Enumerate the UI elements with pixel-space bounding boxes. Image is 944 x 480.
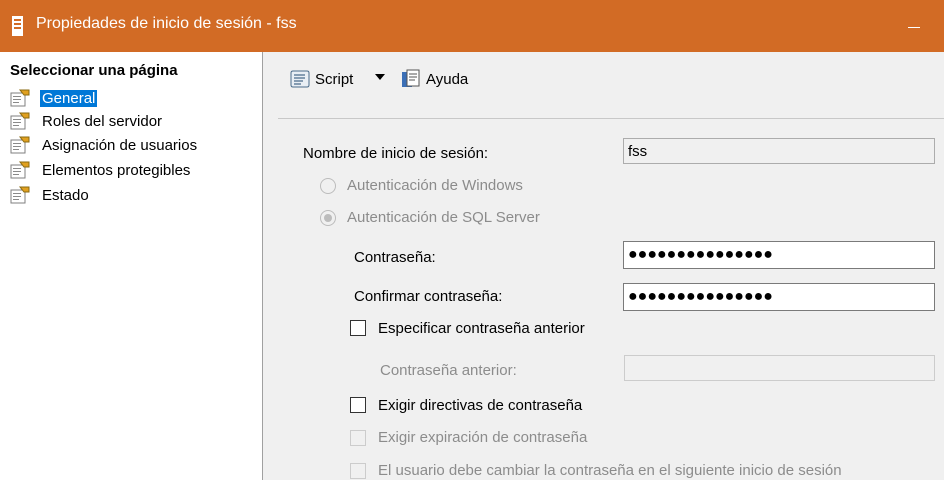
- password-label: Contraseña:: [354, 249, 436, 266]
- must-change-checkbox[interactable]: [350, 463, 366, 479]
- page-selector-pane: Seleccionar una página General Roles del…: [0, 52, 263, 480]
- enforce-expiration-checkbox[interactable]: [350, 430, 366, 446]
- window-title: Propiedades de inicio de sesión - fss: [36, 15, 297, 32]
- enforce-expiration-label: Exigir expiración de contraseña: [378, 429, 588, 446]
- password-value: ●●●●●●●●●●●●●●●: [628, 246, 773, 263]
- confirm-password-field[interactable]: ●●●●●●●●●●●●●●●: [623, 283, 935, 311]
- sql-auth-radio[interactable]: [320, 210, 336, 226]
- minimize-button[interactable]: [884, 0, 944, 52]
- help-label: Ayuda: [426, 71, 469, 88]
- page-settings-icon: [10, 186, 30, 204]
- content-pane: Script Ayuda Nombre de inicio de sesión:…: [263, 52, 944, 480]
- sidebar-item-label: Estado: [42, 187, 89, 204]
- app-icon: [12, 16, 23, 36]
- sidebar-item-estado[interactable]: Estado: [10, 185, 250, 206]
- must-change-label: El usuario debe cambiar la contraseña en…: [378, 462, 842, 479]
- password-field[interactable]: ●●●●●●●●●●●●●●●: [623, 241, 935, 269]
- login-name-label: Nombre de inicio de sesión:: [303, 145, 489, 162]
- script-button[interactable]: Script: [289, 69, 373, 91]
- windows-auth-radio[interactable]: [320, 178, 336, 194]
- page-settings-icon: [10, 161, 30, 179]
- minimize-icon: [908, 27, 920, 28]
- script-dropdown-icon[interactable]: [375, 74, 385, 80]
- login-name-field[interactable]: fss: [623, 138, 935, 164]
- login-name-value: fss: [628, 143, 648, 160]
- title-bar: Propiedades de inicio de sesión - fss: [0, 0, 944, 52]
- confirm-password-label: Confirmar contraseña:: [354, 288, 503, 305]
- sidebar-item-general[interactable]: General: [10, 88, 250, 109]
- sidebar-item-label: General: [40, 90, 98, 107]
- toolbar: Script Ayuda: [263, 52, 944, 104]
- page-settings-icon: [10, 136, 30, 154]
- sidebar-item-asignacion-de-usuarios[interactable]: Asignación de usuarios: [10, 135, 250, 156]
- sidebar-item-label: Asignación de usuarios: [42, 137, 198, 154]
- windows-auth-label: Autenticación de Windows: [347, 177, 523, 194]
- sidebar-item-elementos-protegibles[interactable]: Elementos protegibles: [10, 160, 250, 181]
- old-password-field[interactable]: [624, 355, 935, 381]
- specify-old-password-label: Especificar contraseña anterior: [378, 320, 585, 337]
- sql-auth-label: Autenticación de SQL Server: [347, 209, 540, 226]
- page-settings-icon: [10, 89, 30, 107]
- specify-old-password-checkbox[interactable]: [350, 320, 366, 336]
- help-button[interactable]: Ayuda: [400, 69, 490, 91]
- old-password-label: Contraseña anterior:: [380, 362, 517, 379]
- sidebar-item-label: Roles del servidor: [42, 113, 163, 130]
- page-selector-header: Seleccionar una página: [10, 62, 178, 79]
- toolbar-separator: [278, 118, 944, 119]
- enforce-policy-checkbox[interactable]: [350, 397, 366, 413]
- confirm-password-value: ●●●●●●●●●●●●●●●: [628, 288, 773, 305]
- sidebar-item-label: Elementos protegibles: [42, 162, 191, 179]
- script-label: Script: [315, 71, 354, 88]
- script-icon: [290, 70, 310, 88]
- help-icon: [402, 69, 420, 87]
- enforce-policy-label: Exigir directivas de contraseña: [378, 397, 583, 414]
- sidebar-item-roles-del-servidor[interactable]: Roles del servidor: [10, 111, 250, 132]
- page-settings-icon: [10, 112, 30, 130]
